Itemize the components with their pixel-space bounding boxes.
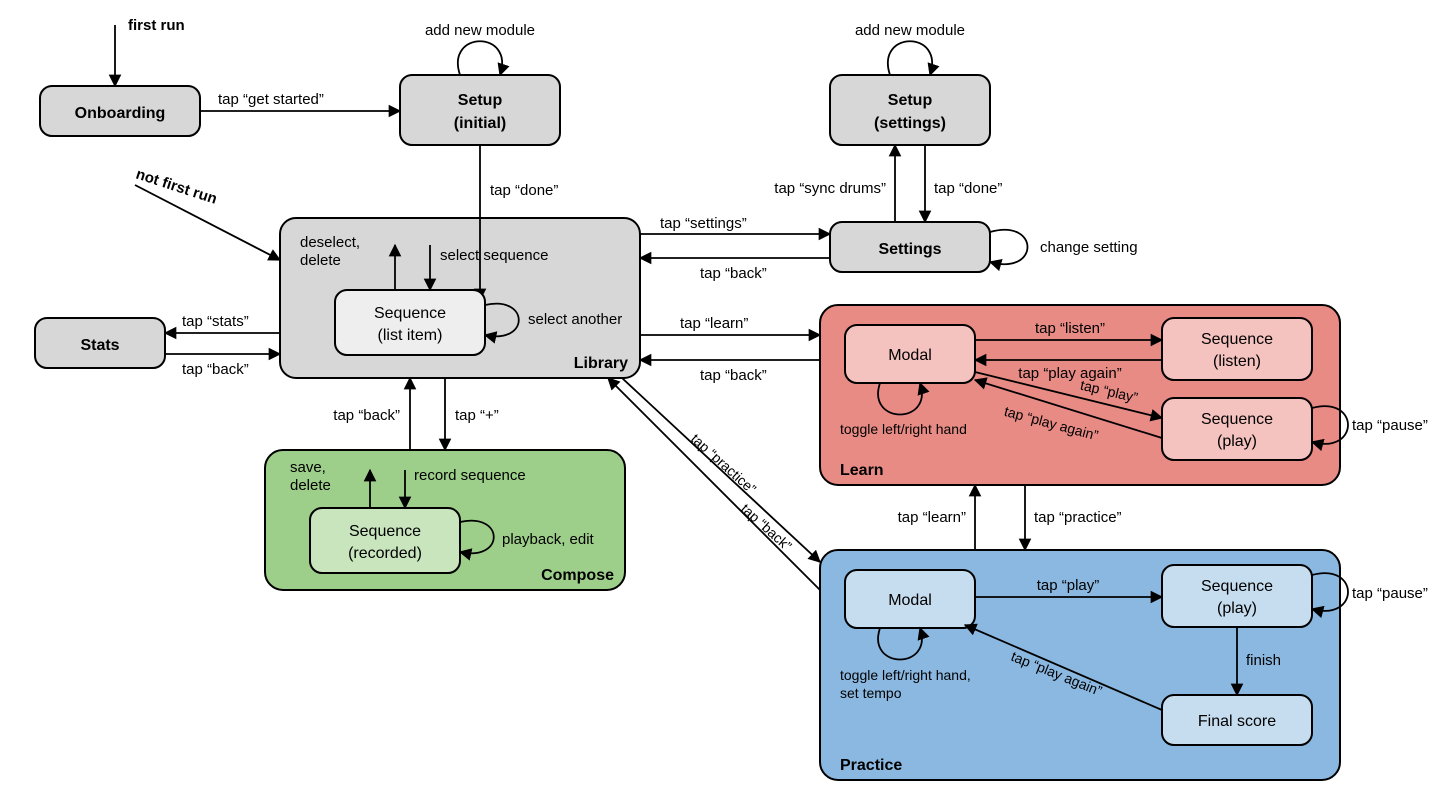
label-seq-list-1: Sequence	[374, 305, 446, 322]
label-setup-settings-1: Setup	[888, 92, 933, 109]
label-first-run: first run	[128, 17, 185, 34]
label-tap-settings: tap “settings”	[660, 215, 747, 232]
label-add-module-1: add new module	[425, 22, 535, 39]
label-stats: Stats	[80, 337, 119, 354]
label-save-delete-1: save,	[290, 459, 326, 476]
edge-add-module-2	[888, 41, 932, 75]
label-seq-rec-1: Sequence	[349, 523, 421, 540]
label-final-score: Final score	[1198, 713, 1276, 730]
node-sequence-recorded	[310, 508, 460, 573]
edge-change-setting	[990, 230, 1028, 264]
label-seq-listen-2: (listen)	[1213, 353, 1261, 370]
label-setup-initial-1: Setup	[458, 92, 503, 109]
label-seq-play-p2: (play)	[1217, 600, 1257, 617]
label-practice-modal: Modal	[888, 592, 932, 609]
label-toggle-tempo-1: toggle left/right hand,	[840, 667, 971, 683]
label-pause-practice: tap “pause”	[1352, 585, 1428, 602]
label-back-compose: tap “back”	[333, 407, 400, 424]
label-sync-drums: tap “sync drums”	[774, 180, 886, 197]
label-learn-modal: Modal	[888, 347, 932, 364]
label-back-stats: tap “back”	[182, 361, 249, 378]
label-finish: finish	[1246, 652, 1281, 669]
label-seq-listen-1: Sequence	[1201, 331, 1273, 348]
label-select-another: select another	[528, 311, 622, 328]
label-not-first-run: not first run	[134, 166, 219, 208]
label-deselect-1: deselect,	[300, 234, 360, 251]
label-compose: Compose	[541, 567, 614, 584]
label-tap-listen: tap “listen”	[1035, 320, 1105, 337]
node-sequence-list-item	[335, 290, 485, 355]
label-record: record sequence	[414, 467, 526, 484]
label-seq-play-l1: Sequence	[1201, 411, 1273, 428]
node-setup-initial	[400, 75, 560, 145]
node-seq-listen	[1162, 318, 1312, 380]
label-pause-learn: tap “pause”	[1352, 417, 1428, 434]
label-tap-practice: tap “practice”	[688, 430, 760, 497]
label-back-learn: tap “back”	[700, 367, 767, 384]
label-save-delete-2: delete	[290, 477, 331, 494]
label-seq-list-2: (list item)	[378, 327, 443, 344]
label-setup-initial-2: (initial)	[454, 115, 506, 132]
label-select-seq: select sequence	[440, 247, 548, 264]
label-tap-learn-2: tap “learn”	[898, 509, 966, 526]
label-done-2: tap “done”	[934, 180, 1002, 197]
label-tap-practice-2: tap “practice”	[1034, 509, 1122, 526]
label-toggle-hand: toggle left/right hand	[840, 421, 967, 437]
label-practice: Practice	[840, 757, 902, 774]
label-playback: playback, edit	[502, 531, 595, 548]
label-change-setting: change setting	[1040, 239, 1138, 256]
label-get-started: tap “get started”	[218, 91, 324, 108]
label-learn: Learn	[840, 462, 884, 479]
label-settings: Settings	[878, 241, 941, 258]
label-play-again-listen: tap “play again”	[1018, 365, 1121, 382]
node-seq-play-practice	[1162, 565, 1312, 627]
label-tap-play-practice: tap “play”	[1037, 577, 1100, 594]
label-toggle-tempo-2: set tempo	[840, 685, 902, 701]
edge-add-module-1	[458, 41, 502, 75]
label-seq-play-p1: Sequence	[1201, 578, 1273, 595]
label-tap-plus: tap “+”	[455, 407, 499, 424]
label-tap-learn: tap “learn”	[680, 315, 748, 332]
label-seq-play-l2: (play)	[1217, 433, 1257, 450]
label-back-settings: tap “back”	[700, 265, 767, 282]
label-deselect-2: delete	[300, 252, 341, 269]
node-setup-settings	[830, 75, 990, 145]
label-done-1: tap “done”	[490, 182, 558, 199]
edge-back-practice	[608, 378, 820, 590]
label-seq-rec-2: (recorded)	[348, 545, 422, 562]
label-add-module-2: add new module	[855, 22, 965, 39]
node-seq-play-learn	[1162, 398, 1312, 460]
label-back-practice: tap “back”	[738, 500, 795, 554]
label-setup-settings-2: (settings)	[874, 115, 946, 132]
label-tap-stats: tap “stats”	[182, 313, 249, 330]
label-library: Library	[574, 355, 628, 372]
label-onboarding: Onboarding	[75, 105, 166, 122]
